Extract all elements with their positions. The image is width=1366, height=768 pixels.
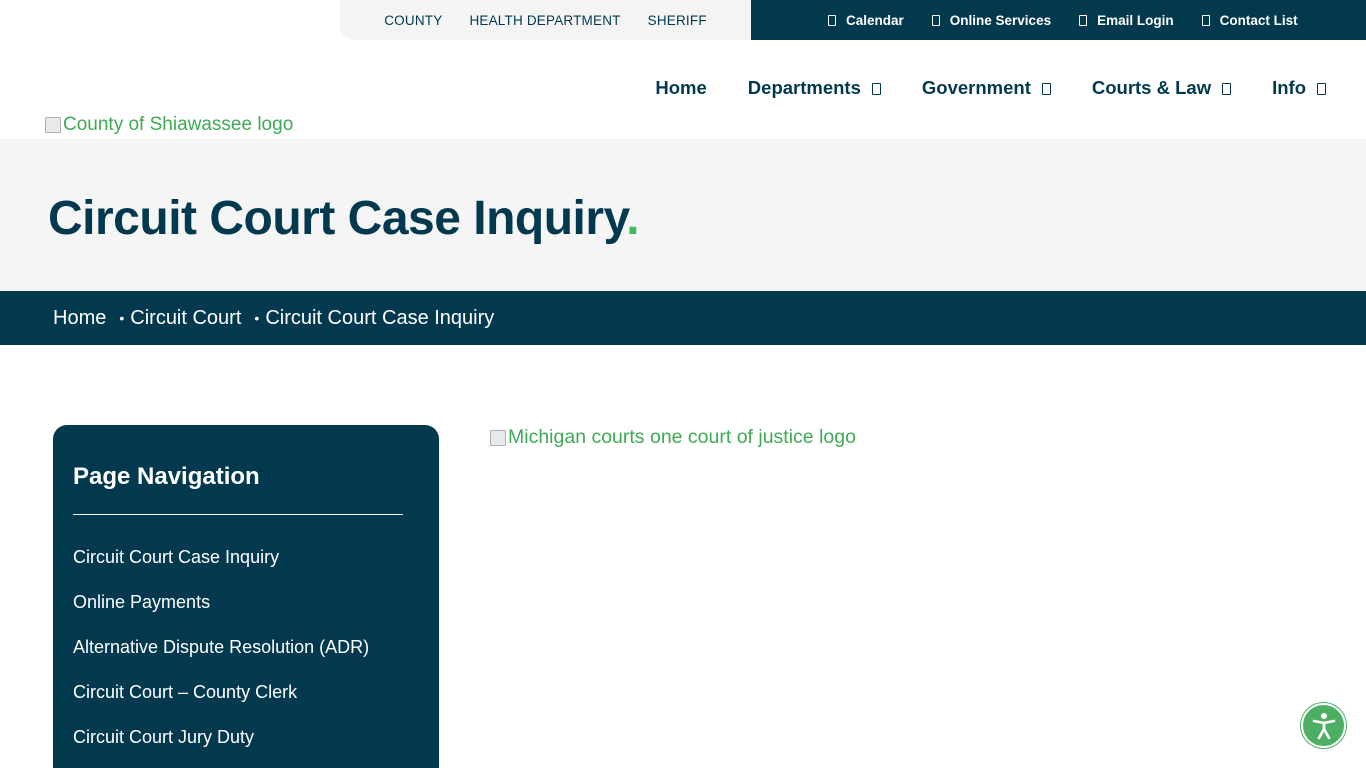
calendar-icon xyxy=(828,14,836,26)
page-nav-adr[interactable]: Alternative Dispute Resolution (ADR) xyxy=(73,637,369,657)
nav-government[interactable]: Government xyxy=(922,77,1051,99)
breadcrumb-separator: • xyxy=(254,310,260,326)
utility-link-label: Email Login xyxy=(1097,12,1174,28)
logo-alt-text: County of Shiawassee logo xyxy=(63,114,294,135)
site-link-county[interactable]: COUNTY xyxy=(384,13,442,28)
page-navigation-heading: Page Navigation xyxy=(73,463,260,490)
email-icon xyxy=(1079,14,1088,26)
accessibility-button[interactable] xyxy=(1301,703,1346,748)
online-services-icon xyxy=(931,14,940,26)
page-header: Circuit Court Case Inquiry. xyxy=(0,139,1366,291)
page-navigation-list: Circuit Court Case Inquiry Online Paymen… xyxy=(73,546,403,768)
nav-label: Courts & Law xyxy=(1091,77,1212,98)
breadcrumb-separator: • xyxy=(119,310,125,326)
list-item: Circuit Court Case Inquiry xyxy=(73,546,403,591)
site-switcher: COUNTY HEALTH DEPARTMENT SHERIFF xyxy=(340,0,751,40)
list-item: Alternative Dispute Resolution (ADR) xyxy=(73,636,403,681)
breadcrumb-current: Circuit Court Case Inquiry xyxy=(265,306,495,329)
top-bar: COUNTY HEALTH DEPARTMENT SHERIFF Calenda… xyxy=(0,0,1366,40)
main-nav: Home Departments Government Courts & Law… xyxy=(655,76,1326,100)
site-link-sheriff[interactable]: SHERIFF xyxy=(648,13,707,28)
breadcrumb: Home • Circuit Court • Circuit Court Cas… xyxy=(0,291,1366,345)
list-item: Circuit Court – County Clerk xyxy=(73,681,403,726)
chevron-down-icon xyxy=(1317,83,1326,95)
nav-departments[interactable]: Departments xyxy=(748,77,881,99)
utility-link-contact-list[interactable]: Contact List xyxy=(1201,12,1298,28)
utility-link-calendar[interactable]: Calendar xyxy=(828,13,904,28)
accessibility-icon xyxy=(1312,712,1335,739)
title-accent-dot: . xyxy=(626,192,640,245)
nav-label: Info xyxy=(1272,77,1306,98)
chevron-down-icon xyxy=(1041,83,1051,95)
nav-label: Government xyxy=(921,77,1031,98)
page-navigation-panel: Page Navigation Circuit Court Case Inqui… xyxy=(53,425,439,768)
divider xyxy=(73,514,403,515)
utility-link-label: Online Services xyxy=(949,12,1052,28)
contact-list-icon xyxy=(1201,14,1210,26)
utility-link-online-services[interactable]: Online Services xyxy=(931,12,1052,28)
page-nav-county-clerk[interactable]: Circuit Court – County Clerk xyxy=(73,682,297,702)
nav-label: Home xyxy=(655,77,707,98)
breadcrumb-home[interactable]: Home xyxy=(53,307,106,330)
nav-courts-law[interactable]: Courts & Law xyxy=(1091,77,1232,99)
nav-info[interactable]: Info xyxy=(1272,77,1326,99)
utility-nav: Calendar Online Services Email Login Con… xyxy=(751,0,1366,40)
chevron-down-icon xyxy=(871,83,881,95)
list-item: Circuit Court Jury Duty xyxy=(73,726,403,768)
broken-image-icon xyxy=(45,117,61,133)
broken-image-icon xyxy=(490,429,506,446)
utility-link-label: Contact List xyxy=(1219,12,1298,28)
chevron-down-icon xyxy=(1222,83,1232,95)
nav-home[interactable]: Home xyxy=(655,77,706,99)
content-image-alt-text: Michigan courts one court of justice log… xyxy=(508,426,856,448)
page-nav-online-payments[interactable]: Online Payments xyxy=(73,592,210,612)
utility-link-email-login[interactable]: Email Login xyxy=(1079,13,1174,28)
page-nav-jury-duty[interactable]: Circuit Court Jury Duty xyxy=(73,727,254,747)
page-title-text: Circuit Court Case Inquiry xyxy=(48,192,627,245)
page-nav-case-inquiry[interactable]: Circuit Court Case Inquiry xyxy=(73,547,279,567)
utility-link-label: Calendar xyxy=(846,12,904,28)
michigan-courts-logo[interactable]: Michigan courts one court of justice log… xyxy=(490,426,856,449)
site-link-health-department[interactable]: HEALTH DEPARTMENT xyxy=(469,13,620,28)
site-logo[interactable]: County of Shiawassee logo xyxy=(45,114,293,136)
page-title: Circuit Court Case Inquiry. xyxy=(48,192,640,246)
list-item: Online Payments xyxy=(73,591,403,636)
breadcrumb-circuit-court[interactable]: Circuit Court xyxy=(130,307,241,330)
nav-label: Departments xyxy=(747,77,861,98)
